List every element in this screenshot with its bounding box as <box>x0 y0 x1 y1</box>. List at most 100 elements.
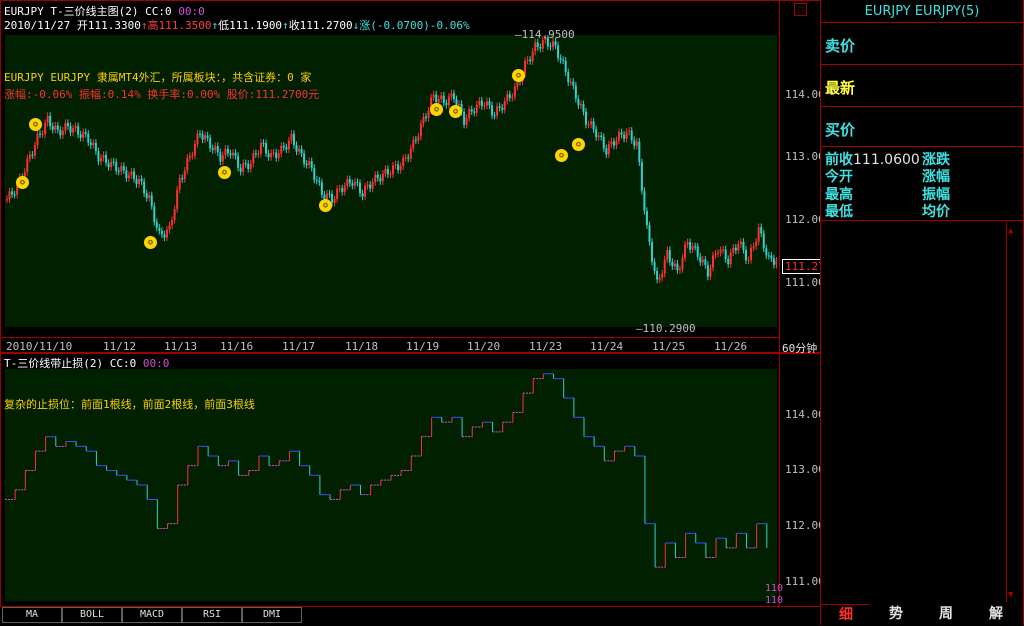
candle-body <box>727 259 730 265</box>
candle-body <box>427 110 430 118</box>
candle-body <box>193 143 196 156</box>
tab-trend[interactable]: 势 <box>872 604 920 625</box>
candle-body <box>338 188 341 190</box>
candle-body <box>257 153 260 155</box>
candle-body <box>171 220 174 226</box>
candle-body <box>394 164 397 166</box>
candle-body <box>696 246 699 257</box>
candle-body <box>206 135 209 139</box>
candle-body <box>122 166 125 171</box>
tab-week[interactable]: 周 <box>922 604 970 625</box>
candle-body <box>336 188 339 200</box>
tab-detail[interactable]: 细 <box>822 604 870 626</box>
tab-dmi[interactable]: DMI <box>242 607 302 623</box>
signal-smiley-icon[interactable]: ☺ <box>449 105 462 118</box>
candle-body <box>587 124 590 126</box>
avg-label: 均价 <box>922 204 950 220</box>
candle-body <box>270 152 273 158</box>
candle-body <box>729 252 732 265</box>
candle-body <box>376 174 379 179</box>
signal-smiley-icon[interactable]: ☺ <box>430 103 443 116</box>
candle-body <box>392 165 394 175</box>
tab-boll[interactable]: BOLL <box>62 607 122 623</box>
tab-rsi[interactable]: RSI <box>182 607 242 623</box>
candle-body <box>364 186 367 197</box>
scroll-down-icon[interactable]: ▼ <box>1008 590 1013 600</box>
signal-smiley-icon[interactable]: ☺ <box>512 69 525 82</box>
candle-body <box>51 126 54 130</box>
candle-body <box>196 133 199 144</box>
candle-body <box>262 142 265 144</box>
candle-body <box>630 130 633 141</box>
candle-body <box>437 99 440 103</box>
sell-price-label: 卖价 <box>825 37 856 55</box>
open-label: 今开 <box>825 169 853 185</box>
stop-loss-chart <box>5 373 768 568</box>
ohlc-date: 2010/11/27 <box>4 19 71 32</box>
pct-label: 涨幅 <box>922 169 950 185</box>
candle-body <box>211 148 214 151</box>
scroll-up-icon[interactable]: ▲ <box>1008 226 1013 236</box>
candle-body <box>41 134 44 136</box>
candle-body <box>478 100 481 105</box>
signal-smiley-icon[interactable]: ☺ <box>555 149 568 162</box>
candle-body <box>711 255 714 268</box>
candle-body <box>744 249 747 261</box>
candle-body <box>33 145 36 156</box>
candle-body <box>148 195 151 198</box>
candle-body <box>597 135 600 138</box>
quote-scrollbar[interactable] <box>1006 222 1023 602</box>
candle-body <box>102 154 105 158</box>
candle-body <box>450 93 453 97</box>
candle-body <box>653 261 656 271</box>
candle-body <box>94 142 97 152</box>
candle-body <box>742 241 745 250</box>
candle-body <box>658 277 661 280</box>
candle-body <box>285 147 288 150</box>
candle-body <box>468 109 471 118</box>
candle-body <box>562 59 565 61</box>
candle-body <box>168 225 171 230</box>
signal-smiley-icon[interactable]: ☺ <box>319 199 332 212</box>
candle-body <box>755 241 758 247</box>
candle-body <box>762 233 765 249</box>
candle-body <box>689 242 692 250</box>
signal-smiley-icon[interactable]: ☺ <box>144 236 157 249</box>
candle-body <box>704 259 707 265</box>
candle-body <box>135 178 138 185</box>
signal-smiley-icon[interactable]: ☺ <box>218 166 231 179</box>
candle-body <box>280 145 283 154</box>
signal-smiley-icon[interactable]: ☺ <box>29 118 42 131</box>
candle-body <box>176 189 179 210</box>
restore-window-icon[interactable]: ❐ <box>794 3 807 16</box>
sub-y-tick: 111.00 <box>785 575 825 588</box>
quote-separator <box>820 106 1024 107</box>
candle-body <box>153 206 156 223</box>
candle-body <box>237 155 240 168</box>
candle-body <box>282 145 285 148</box>
candle-body <box>701 259 704 263</box>
candle-body <box>292 133 295 146</box>
signal-smiley-icon[interactable]: ☺ <box>572 138 585 151</box>
candle-body <box>13 194 16 196</box>
candle-body <box>612 141 615 146</box>
candle-body <box>117 170 120 172</box>
signal-smiley-icon[interactable]: ☺ <box>16 176 29 189</box>
candle-body <box>28 154 31 159</box>
candle-body <box>706 264 709 277</box>
tab-macd[interactable]: MACD <box>122 607 182 623</box>
candle-body <box>54 125 57 130</box>
candle-body <box>511 96 514 98</box>
candle-body <box>361 193 364 197</box>
candle-body <box>143 181 146 194</box>
candle-body <box>300 148 303 154</box>
candle-body <box>551 41 554 47</box>
tab-ma[interactable]: MA <box>2 607 62 623</box>
quote-separator <box>820 146 1024 147</box>
candle-body <box>447 96 450 105</box>
x-tick: 11/18 <box>345 340 379 353</box>
candle-body <box>618 132 621 141</box>
tab-explain[interactable]: 解 <box>972 604 1020 625</box>
main-y-tick: 111.00 <box>785 276 825 289</box>
candle-body <box>343 186 346 192</box>
